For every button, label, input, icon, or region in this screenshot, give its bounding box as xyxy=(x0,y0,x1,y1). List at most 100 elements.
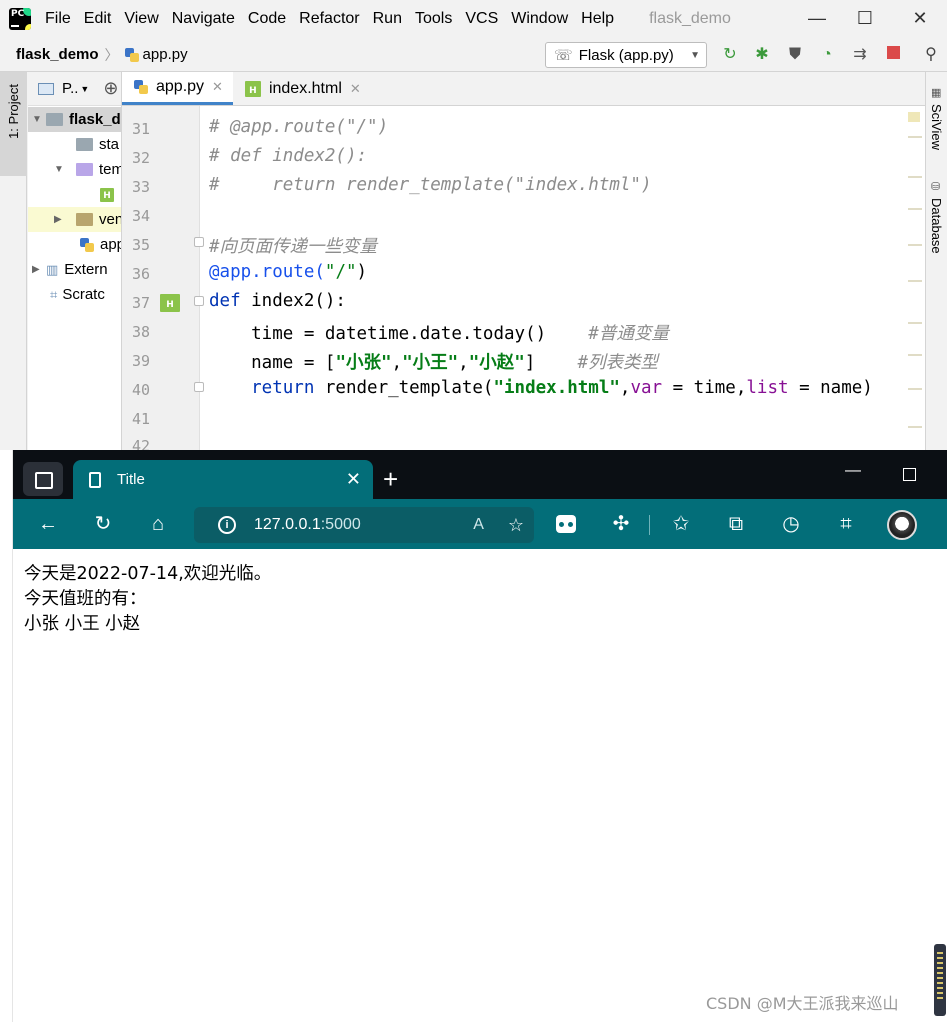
code-editor[interactable]: 31 32 33 34 35 36 37 38 39 40 41 42 H # … xyxy=(122,106,925,455)
collapse-arrow-icon[interactable]: ▶ xyxy=(54,214,68,225)
code-line-32: # def index2(): xyxy=(209,146,368,166)
tree-item-static[interactable]: sta xyxy=(28,132,121,157)
expand-arrow-icon[interactable]: ▼ xyxy=(54,164,68,175)
project-panel-header: P.. ▼ ⊕ xyxy=(28,72,121,106)
collapse-arrow-icon[interactable]: ▶ xyxy=(32,264,46,275)
fold-marker-icon[interactable] xyxy=(194,296,204,306)
run-configuration-dropdown[interactable]: ☏ Flask (app.py) ▼ xyxy=(545,42,707,68)
fold-marker-icon[interactable] xyxy=(194,382,204,392)
browser-tab-bar: Title ✕ + — xyxy=(13,450,947,499)
minimize-icon[interactable]: — xyxy=(845,462,861,480)
window-title: flask_demo xyxy=(649,10,731,27)
history-icon[interactable]: ◷ xyxy=(778,511,804,537)
menu-view[interactable]: View xyxy=(124,10,158,28)
menu-file[interactable]: File xyxy=(45,10,71,28)
breadcrumb-file[interactable]: app.py xyxy=(143,46,188,63)
avatar[interactable] xyxy=(887,510,917,540)
menu-help[interactable]: Help xyxy=(581,10,614,28)
new-tab-icon[interactable]: + xyxy=(383,464,398,495)
debug-icon[interactable]: ✱ xyxy=(753,46,771,64)
minimize-icon[interactable]: — xyxy=(807,8,827,29)
profile-icon[interactable]: ◔ xyxy=(818,46,836,64)
sciview-tool-tab[interactable]: SciView xyxy=(929,104,944,150)
tree-item-external-libraries[interactable]: ▶ ▥ Extern xyxy=(28,257,121,282)
ide-left-edge xyxy=(0,450,13,1022)
step-icon[interactable]: ⇉ xyxy=(851,46,869,64)
string-token: "index.html" xyxy=(493,378,620,398)
screenshot-icon[interactable]: ⌗ xyxy=(833,511,859,537)
maximize-icon[interactable] xyxy=(903,468,916,481)
tree-item-templates[interactable]: ▼ tem xyxy=(28,157,121,182)
tab-index-html[interactable]: H index.html ✕ xyxy=(233,72,371,105)
coverage-icon[interactable]: ⛊ xyxy=(786,46,804,64)
maximize-icon[interactable]: ☐ xyxy=(855,8,875,29)
add-favorite-icon[interactable]: ☆ xyxy=(508,515,524,536)
menu-tools[interactable]: Tools xyxy=(415,10,452,28)
menu-vcs[interactable]: VCS xyxy=(465,10,498,28)
sciview-icon: ▦ xyxy=(931,87,942,99)
extension-mask-icon[interactable] xyxy=(553,511,579,537)
close-tab-icon[interactable]: ✕ xyxy=(346,469,361,490)
project-view-selector[interactable]: P.. xyxy=(62,80,78,97)
html-file-icon: H xyxy=(100,187,114,202)
breadcrumb-project[interactable]: flask_demo xyxy=(16,46,99,63)
close-tab-icon[interactable]: ✕ xyxy=(350,81,361,97)
string-token: "/" xyxy=(324,262,357,282)
template-gutter-icon[interactable]: H xyxy=(160,294,180,312)
stripe-mark xyxy=(908,244,922,246)
search-icon[interactable]: ⚲ xyxy=(922,46,940,64)
tree-item-index-html[interactable]: H xyxy=(28,182,121,207)
home-icon[interactable]: ⌂ xyxy=(145,511,171,537)
tree-item-app-py[interactable]: app xyxy=(28,232,121,257)
extensions-icon[interactable]: ✣ xyxy=(608,511,634,537)
menu-code[interactable]: Code xyxy=(248,10,286,28)
refresh-icon[interactable]: ↻ xyxy=(90,511,116,537)
line-number: 40 xyxy=(131,381,150,399)
menu-refactor[interactable]: Refactor xyxy=(299,10,359,28)
menu-window[interactable]: Window xyxy=(511,10,568,28)
watermark: CSDN @M大王派我来巡山 xyxy=(706,994,899,1013)
inspection-status-icon[interactable] xyxy=(908,112,920,122)
left-tool-strip: 1: Project xyxy=(0,72,27,450)
line-number: 33 xyxy=(131,178,150,196)
comment-token: #列表类型 xyxy=(577,353,658,373)
folder-icon xyxy=(76,138,93,151)
menu-run[interactable]: Run xyxy=(373,10,402,28)
line-number: 31 xyxy=(131,120,150,138)
fold-marker-icon[interactable] xyxy=(194,237,204,247)
menu-edit[interactable]: Edit xyxy=(84,10,112,28)
locate-icon[interactable]: ⊕ xyxy=(103,78,118,99)
browser-tab-active[interactable]: Title ✕ xyxy=(73,460,373,499)
tab-app-py[interactable]: app.py ✕ xyxy=(122,72,233,105)
string-token: "小王" xyxy=(402,353,459,373)
site-info-icon[interactable]: i xyxy=(218,516,236,534)
tree-item-venv[interactable]: ▶ ven xyxy=(28,207,121,232)
read-aloud-icon[interactable]: A xyxy=(473,516,484,534)
tab-actions-icon[interactable] xyxy=(23,462,63,496)
scratches-icon: ⌗ xyxy=(50,286,58,302)
stripe-mark xyxy=(908,426,922,428)
address-bar[interactable]: i 127.0.0.1:5000 A ☆ xyxy=(194,507,534,543)
stripe-mark xyxy=(908,280,922,282)
chevron-down-icon: ▼ xyxy=(690,49,700,61)
code-token: index2(): xyxy=(240,291,346,311)
stripe-mark xyxy=(908,322,922,324)
tree-item-scratches[interactable]: ⌗ Scratc xyxy=(28,282,121,307)
collections-icon[interactable]: ⧉ xyxy=(723,511,749,537)
close-tab-icon[interactable]: ✕ xyxy=(212,79,223,95)
back-icon[interactable]: ← xyxy=(35,511,61,537)
tab-label: index.html xyxy=(268,79,342,97)
favorites-icon[interactable]: ✩ xyxy=(668,511,694,537)
tree-item-root[interactable]: ▼ flask_d xyxy=(28,107,121,132)
stop-icon[interactable] xyxy=(884,46,902,64)
line-number: 37 xyxy=(131,294,150,312)
right-tool-strip: ▦ SciView ⛁ Database xyxy=(925,72,947,450)
database-tool-tab[interactable]: Database xyxy=(929,198,944,254)
python-file-icon xyxy=(134,80,148,94)
rerun-icon[interactable]: ↻ xyxy=(721,46,739,64)
project-tool-tab[interactable]: 1: Project xyxy=(0,72,27,176)
tree-item-label: Scratc xyxy=(62,286,105,303)
close-icon[interactable]: ✕ xyxy=(910,8,930,29)
expand-arrow-icon[interactable]: ▼ xyxy=(32,114,46,125)
menu-navigate[interactable]: Navigate xyxy=(172,10,235,28)
